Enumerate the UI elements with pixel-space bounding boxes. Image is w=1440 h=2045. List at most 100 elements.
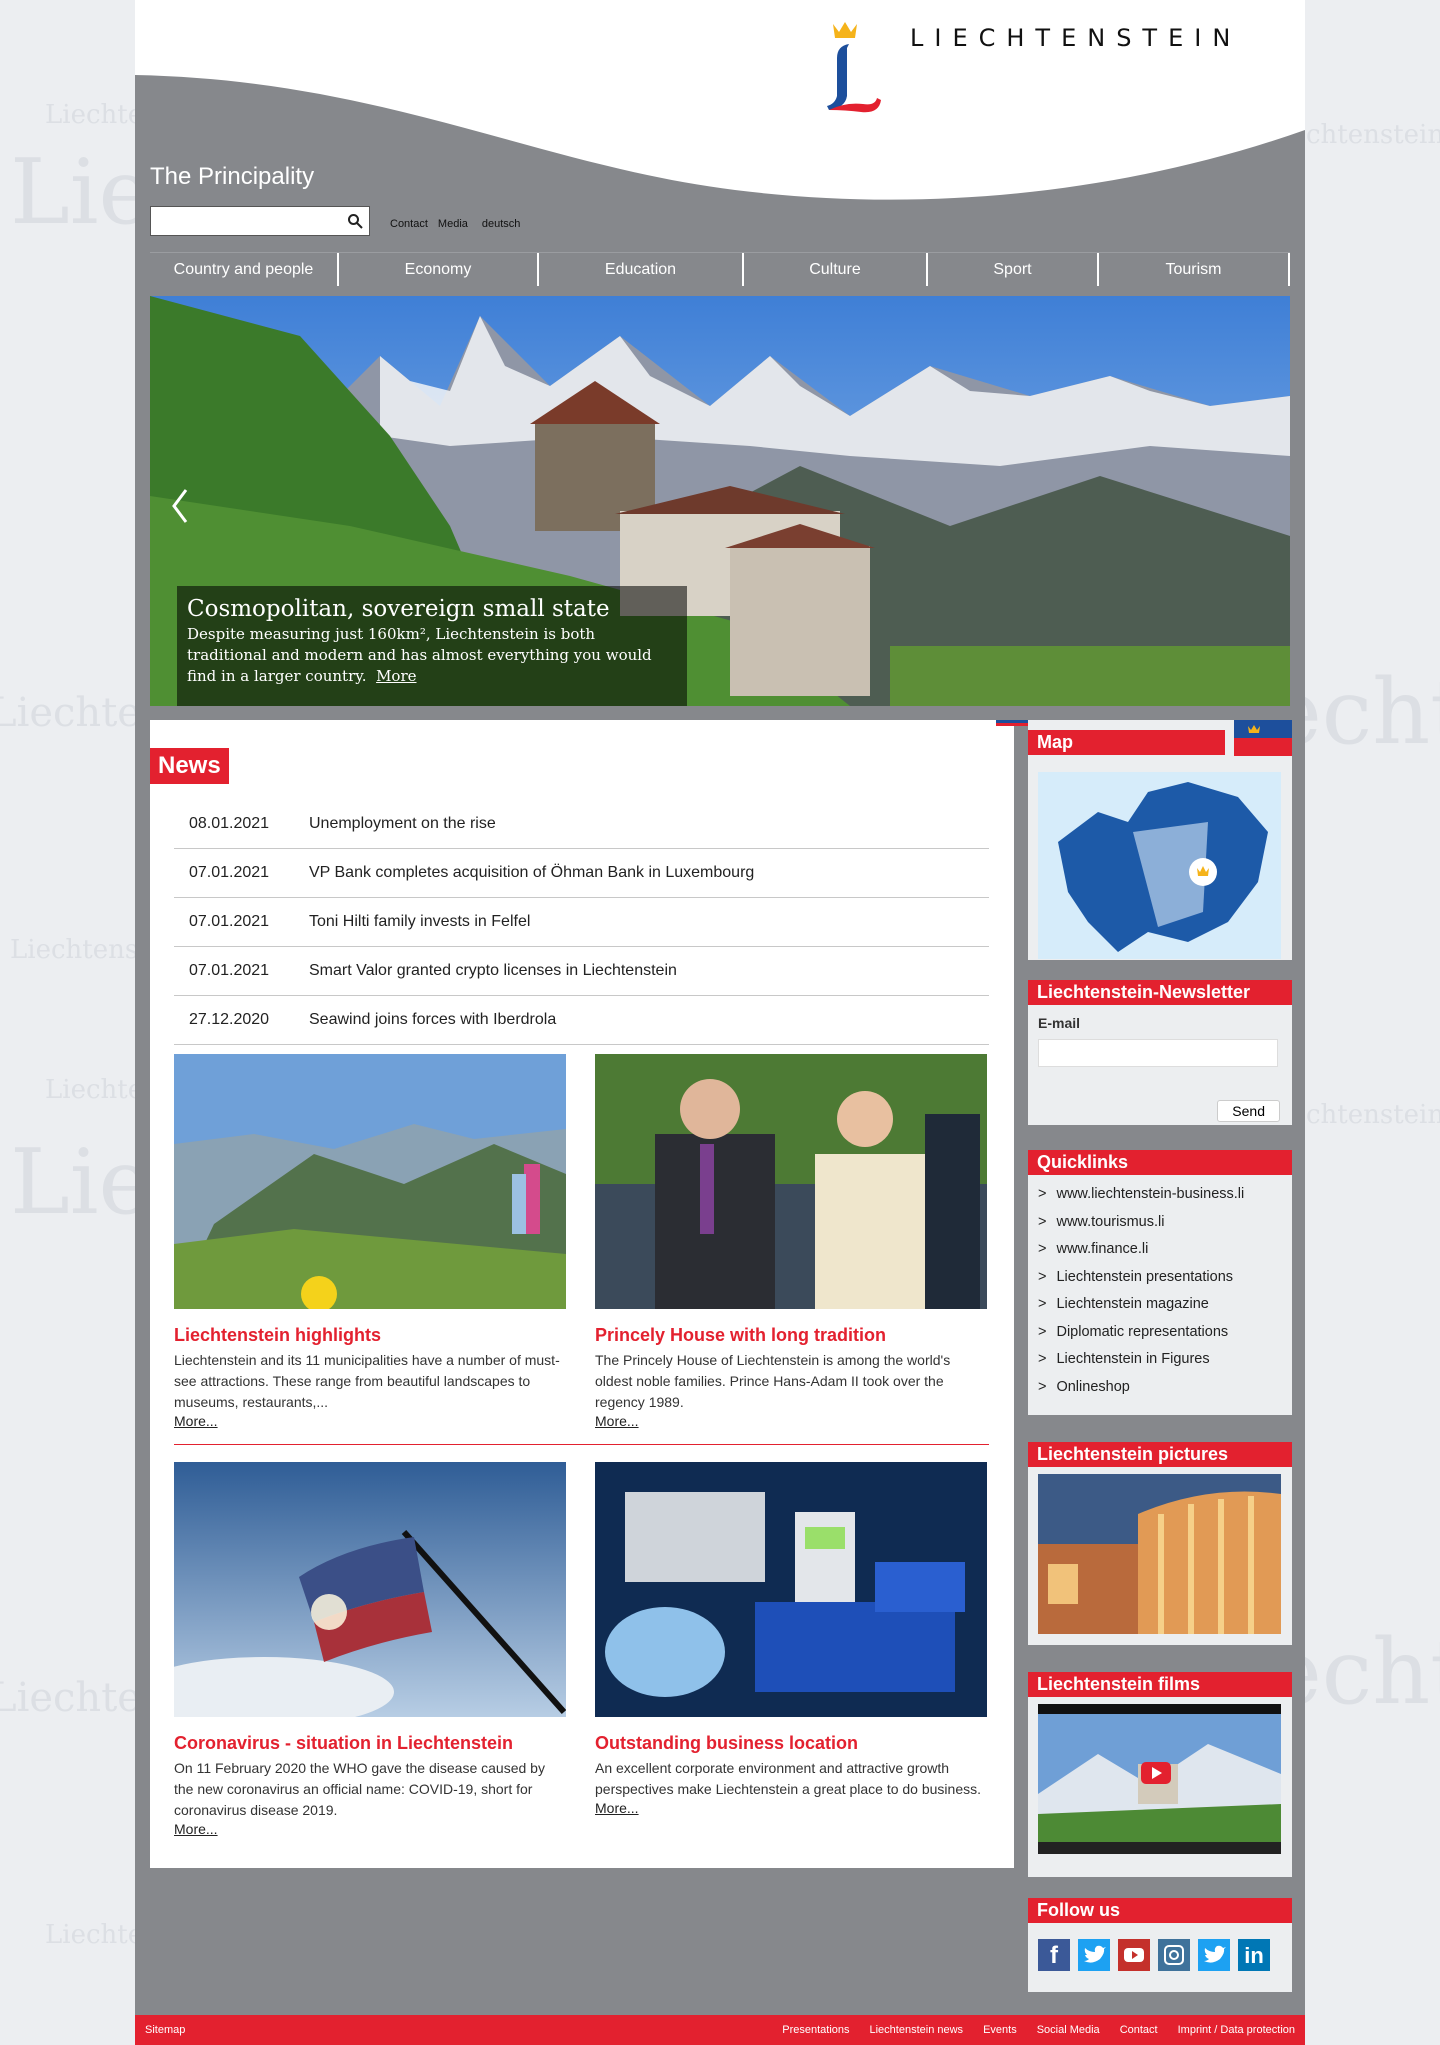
footer: Sitemap Presentations Liechtenstein news…: [135, 2015, 1305, 2045]
footer-link-events[interactable]: Events: [983, 2024, 1017, 2036]
footer-link-contact[interactable]: Contact: [1120, 2024, 1158, 2036]
chevron-left-icon[interactable]: [168, 486, 192, 526]
footer-links: Presentations Liechtenstein news Events …: [782, 2024, 1295, 2036]
instagram-icon[interactable]: [1158, 1939, 1190, 1971]
search-input[interactable]: [151, 207, 331, 235]
teaser-image[interactable]: [595, 1054, 987, 1309]
chevron-right-icon: >: [1038, 1186, 1047, 1202]
news-title[interactable]: Unemployment on the rise: [309, 815, 496, 833]
quicklink-item[interactable]: > Onlineshop: [1028, 1374, 1292, 1402]
search-icon[interactable]: [347, 213, 363, 229]
footer-link-news[interactable]: Liechtenstein news: [870, 2024, 964, 2036]
news-item[interactable]: 27.12.2020 Seawind joins forces with Ibe…: [174, 996, 989, 1045]
teaser-image[interactable]: [595, 1462, 987, 1717]
news-title[interactable]: Toni Hilti family invests in Felfel: [309, 913, 530, 931]
nav-education[interactable]: Education: [539, 253, 744, 286]
chevron-right-icon: >: [1038, 1268, 1047, 1285]
sitemap-link[interactable]: Sitemap: [145, 2024, 185, 2036]
search-box: [150, 206, 370, 236]
facebook-icon[interactable]: f: [1038, 1939, 1070, 1971]
hero-caption: Cosmopolitan, sovereign small state Desp…: [177, 586, 687, 706]
site-title[interactable]: The Principality: [150, 163, 314, 191]
liechtenstein-logo[interactable]: [815, 18, 885, 114]
teaser-business-location: Outstanding business location An excelle…: [595, 1462, 987, 1816]
teaser-more-link[interactable]: More...: [595, 1800, 987, 1816]
news-list: 08.01.2021 Unemployment on the rise 07.0…: [174, 800, 989, 1045]
teaser-title[interactable]: Coronavirus - situation in Liechtenstein: [174, 1733, 566, 1754]
nav-culture[interactable]: Culture: [744, 253, 928, 286]
main-content: News 08.01.2021 Unemployment on the rise…: [150, 720, 1030, 1868]
quicklink-item[interactable]: > Diplomatic representations: [1028, 1319, 1292, 1347]
chevron-right-icon: >: [1038, 1351, 1047, 1367]
chevron-right-icon: >: [1038, 1296, 1047, 1312]
brand-name: LIECHTENSTEIN: [910, 24, 1242, 52]
quicklink-label: Liechtenstein in Figures: [1056, 1351, 1210, 1367]
teaser-more-link[interactable]: More...: [174, 1821, 566, 1837]
quicklink-label: www.tourismus.li: [1056, 1213, 1165, 1230]
newsletter-form: E-mail: [1028, 1005, 1292, 1077]
chevron-right-icon: >: [1038, 1213, 1047, 1230]
contact-link[interactable]: Contact: [390, 218, 428, 230]
language-link[interactable]: deutsch: [482, 218, 521, 230]
hero-slider[interactable]: Cosmopolitan, sovereign small state Desp…: [150, 296, 1290, 706]
news-item[interactable]: 07.01.2021 Smart Valor granted crypto li…: [174, 947, 989, 996]
email-label: E-mail: [1038, 1015, 1081, 1031]
twitter-icon[interactable]: [1078, 1939, 1110, 1971]
europe-map[interactable]: [1038, 772, 1281, 959]
news-date: 07.01.2021: [189, 962, 270, 979]
newsletter-box: Liechtenstein-Newsletter E-mail Send: [1028, 980, 1292, 1125]
news-title[interactable]: Smart Valor granted crypto licenses in L…: [309, 962, 677, 980]
hero-title: Cosmopolitan, sovereign small state: [187, 596, 610, 622]
nav-economy[interactable]: Economy: [339, 253, 539, 286]
send-button[interactable]: Send: [1217, 1100, 1280, 1122]
teaser-title[interactable]: Liechtenstein highlights: [174, 1325, 566, 1346]
news-item[interactable]: 07.01.2021 VP Bank completes acquisition…: [174, 849, 989, 898]
news-title[interactable]: VP Bank completes acquisition of Öhman B…: [309, 864, 754, 882]
teaser-princely-house: Princely House with long tradition The P…: [595, 1054, 987, 1429]
quicklink-item[interactable]: > www.liechtenstein-business.li: [1028, 1181, 1292, 1209]
quicklinks-title: Quicklinks: [1028, 1150, 1292, 1175]
teaser-text: Liechtenstein and its 11 municipalities …: [174, 1352, 560, 1410]
teaser-title[interactable]: Outstanding business location: [595, 1733, 987, 1754]
footer-link-presentations[interactable]: Presentations: [782, 2024, 849, 2036]
quicklink-label: Onlineshop: [1056, 1378, 1130, 1395]
nav-country-and-people[interactable]: Country and people: [150, 253, 339, 286]
nav-sport[interactable]: Sport: [928, 253, 1099, 286]
quicklink-label: Liechtenstein presentations: [1056, 1268, 1234, 1285]
news-item[interactable]: 07.01.2021 Toni Hilti family invests in …: [174, 898, 989, 947]
quicklink-label: www.liechtenstein-business.li: [1056, 1186, 1245, 1202]
video-player[interactable]: [1038, 1704, 1281, 1854]
teaser-more-link[interactable]: More...: [595, 1413, 987, 1429]
chevron-right-icon: >: [1038, 1378, 1047, 1395]
news-heading: News: [150, 748, 229, 784]
teaser-title[interactable]: Princely House with long tradition: [595, 1325, 987, 1346]
pictures-title: Liechtenstein pictures: [1028, 1442, 1292, 1467]
films-title: Liechtenstein films: [1028, 1672, 1292, 1697]
nav-tourism[interactable]: Tourism: [1099, 253, 1290, 286]
quicklinks-list: > www.liechtenstein-business.li > www.tour…: [1028, 1175, 1292, 1401]
footer-link-social-media[interactable]: Social Media: [1037, 2024, 1100, 2036]
news-item[interactable]: 08.01.2021 Unemployment on the rise: [174, 800, 989, 849]
quicklink-item[interactable]: > Liechtenstein presentations: [1028, 1264, 1292, 1292]
quicklink-item[interactable]: > www.finance.li: [1028, 1236, 1292, 1264]
hero-more-link[interactable]: More: [376, 667, 416, 685]
chevron-right-icon: >: [1038, 1323, 1047, 1340]
quicklink-item[interactable]: > Liechtenstein magazine: [1028, 1291, 1292, 1319]
quicklink-item[interactable]: > www.tourismus.li: [1028, 1209, 1292, 1237]
teaser-image[interactable]: [174, 1054, 566, 1309]
email-field[interactable]: [1038, 1039, 1278, 1067]
media-link[interactable]: Media: [438, 218, 468, 230]
linkedin-icon[interactable]: in: [1238, 1939, 1270, 1971]
pictures-image[interactable]: [1038, 1474, 1281, 1634]
twitter-icon[interactable]: [1198, 1939, 1230, 1971]
quicklinks-box: Quicklinks > www.liechtenstein-business.l…: [1028, 1150, 1292, 1415]
teaser-more-link[interactable]: More...: [174, 1413, 566, 1429]
news-date: 07.01.2021: [189, 913, 270, 930]
main-nav: Country and people Economy Education Cul…: [150, 252, 1290, 286]
quicklink-item[interactable]: > Liechtenstein in Figures: [1028, 1346, 1292, 1374]
footer-link-imprint[interactable]: Imprint / Data protection: [1178, 2024, 1295, 2036]
teaser-image[interactable]: [174, 1462, 566, 1717]
youtube-icon[interactable]: [1118, 1939, 1150, 1971]
news-title[interactable]: Seawind joins forces with Iberdrola: [309, 1011, 556, 1029]
newsletter-title: Liechtenstein-Newsletter: [1028, 980, 1292, 1005]
